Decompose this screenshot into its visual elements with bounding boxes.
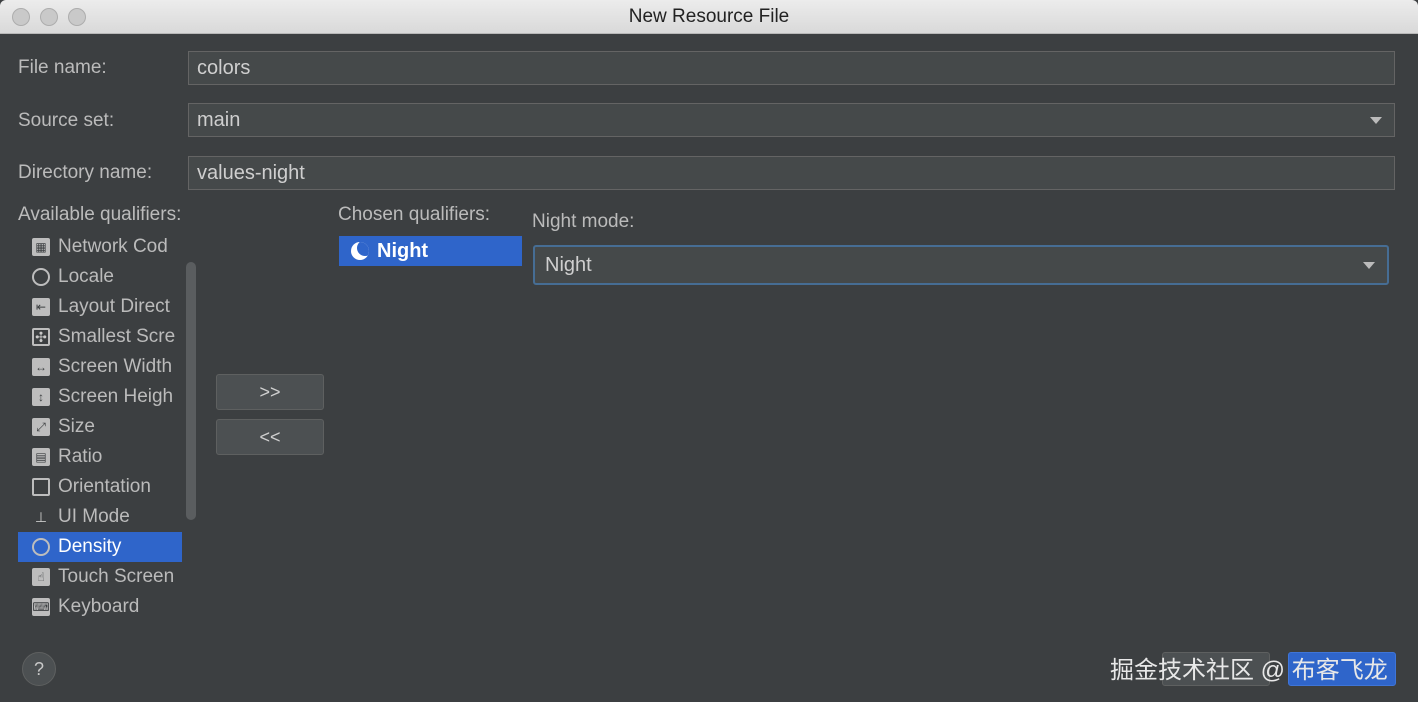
qualifier-layout-direction[interactable]: ⇤ Layout Direct [18, 292, 182, 322]
qualifier-label: Keyboard [58, 596, 140, 617]
qualifier-label: Locale [58, 266, 114, 287]
qualifier-screen-height[interactable]: ↕ Screen Heigh [18, 382, 182, 412]
directory-name-label: Directory name: [18, 162, 153, 183]
help-button[interactable]: ? [22, 652, 56, 686]
qualifier-label: Density [58, 536, 122, 557]
density-icon [32, 538, 50, 556]
chosen-qualifier-label: Night [377, 239, 429, 262]
window-title: New Resource File [628, 5, 790, 27]
qualifier-label: Layout Direct [58, 296, 170, 317]
qualifier-label: Screen Width [58, 356, 173, 377]
add-qualifier-button[interactable]: >> [216, 374, 324, 410]
qualifier-label: Touch Screen [58, 566, 175, 587]
source-set-dropdown[interactable]: main [188, 103, 1395, 137]
qualifier-network-code[interactable]: ▦ Network Cod [18, 232, 182, 262]
qualifier-label: Network Cod [58, 236, 168, 257]
file-name-label: File name: [18, 57, 107, 78]
title-bar: New Resource File [0, 0, 1418, 34]
qualifier-touch-screen[interactable]: ☝ Touch Screen [18, 562, 182, 592]
night-mode-dropdown[interactable]: Night [533, 245, 1389, 285]
directory-name-field[interactable]: values-night [188, 156, 1395, 190]
available-qualifiers-list[interactable]: ▦ Network Cod Locale ⇤ Layout Direct ✣ S… [18, 232, 202, 622]
qualifier-label: UI Mode [58, 506, 130, 527]
orientation-icon [32, 478, 50, 496]
qualifier-smallest-screen[interactable]: ✣ Smallest Scre [18, 322, 182, 352]
ui-mode-icon: ⊥ [34, 508, 48, 525]
touch-screen-icon: ☝ [32, 568, 50, 586]
directory-name-value: values-night [197, 161, 305, 184]
file-name-field[interactable]: colors [188, 51, 1395, 85]
qualifier-label: Size [58, 416, 95, 437]
ratio-icon: ▤ [32, 448, 50, 466]
qualifier-locale[interactable]: Locale [18, 262, 182, 292]
screen-width-icon: ↔ [32, 358, 50, 376]
layout-direction-icon: ⇤ [32, 298, 50, 316]
qualifier-label: Orientation [58, 476, 151, 497]
window-controls [12, 8, 86, 26]
qualifier-keyboard[interactable]: ⌨ Keyboard [18, 592, 182, 622]
night-mode-label: Night mode: [532, 211, 635, 232]
chevron-down-icon [1363, 262, 1375, 269]
chosen-qualifiers-label: Chosen qualifiers: [338, 204, 491, 225]
moon-icon [351, 242, 369, 260]
keyboard-icon: ⌨ [32, 598, 50, 616]
qualifier-orientation[interactable]: Orientation [18, 472, 182, 502]
source-set-value: main [197, 108, 241, 131]
qualifier-label: Ratio [58, 446, 103, 467]
qualifier-ratio[interactable]: ▤ Ratio [18, 442, 182, 472]
qualifier-label: Screen Heigh [58, 386, 174, 407]
size-icon: ⤢ [32, 418, 50, 436]
screen-height-icon: ↕ [32, 388, 50, 406]
zoom-window-button[interactable] [68, 8, 86, 26]
qualifier-screen-width[interactable]: ↔ Screen Width [18, 352, 182, 382]
watermark-text: 掘金技术社区 @ 布客飞龙 [1110, 657, 1388, 684]
file-name-value: colors [197, 56, 251, 79]
qualifier-size[interactable]: ⤢ Size [18, 412, 182, 442]
qualifier-label: Smallest Scre [58, 326, 176, 347]
qualifier-density[interactable]: Density [18, 532, 182, 562]
available-qualifiers-label: Available qualifiers: [18, 204, 182, 225]
chosen-qualifier-night[interactable]: Night [339, 236, 522, 266]
remove-qualifier-button[interactable]: << [216, 419, 324, 455]
globe-icon [32, 268, 50, 286]
qualifiers-scrollbar[interactable] [186, 262, 196, 520]
source-set-label: Source set: [18, 110, 115, 131]
qualifier-ui-mode[interactable]: ⊥ UI Mode [18, 502, 182, 532]
night-mode-value: Night [545, 253, 592, 276]
close-window-button[interactable] [12, 8, 30, 26]
network-icon: ▦ [32, 238, 50, 256]
smallest-screen-icon: ✣ [32, 328, 50, 346]
chevron-down-icon [1370, 117, 1382, 124]
minimize-window-button[interactable] [40, 8, 58, 26]
